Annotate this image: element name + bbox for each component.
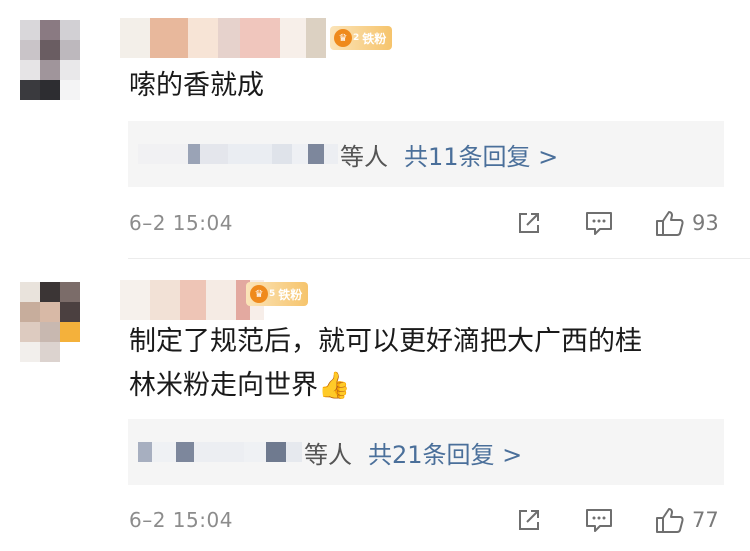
- avatar[interactable]: [20, 20, 80, 100]
- timestamp: 6–2 15:04: [129, 508, 233, 532]
- reply-usernames-blurred: [138, 139, 338, 169]
- thumbs-up-emoji: 👍: [318, 371, 351, 401]
- fan-badge[interactable]: ♛ 2 铁粉: [330, 26, 393, 50]
- comment-item: ♛ 5 铁粉 制定了规范后，就可以更好滴把大广西的桂 林米粉走向世界👍 等人 共…: [0, 262, 750, 551]
- view-replies-link[interactable]: 共11条回复 >: [404, 137, 558, 172]
- comment-item: ♛ 2 铁粉 嗦的香就成 等人 共11条回复 > 6–2 15:04 93: [0, 0, 750, 260]
- action-bar: 77: [514, 505, 719, 535]
- fan-badge[interactable]: ♛ 5 铁粉: [246, 282, 309, 306]
- badge-label: 铁粉: [362, 31, 387, 46]
- comment-text: 嗦的香就成: [129, 70, 264, 101]
- badge-label: 铁粉: [278, 287, 303, 302]
- comment-meta: 6–2 15:04 77: [129, 500, 729, 540]
- comment-text-line-2: 林米粉走向世界👍: [129, 364, 729, 408]
- reply-suffix: 等人: [304, 440, 352, 469]
- comment-icon[interactable]: [584, 506, 614, 534]
- username-blurred[interactable]: [120, 280, 264, 320]
- username-blurred[interactable]: [120, 18, 326, 58]
- comment-icon[interactable]: [584, 209, 614, 237]
- reply-preview[interactable]: 等人 共21条回复 >: [128, 419, 724, 485]
- comment-text: 制定了规范后，就可以更好滴把大广西的桂 林米粉走向世界👍: [129, 320, 729, 408]
- crown-icon: ♛: [250, 285, 268, 303]
- reply-usernames-blurred: [138, 437, 302, 467]
- share-icon[interactable]: [514, 506, 544, 534]
- like-icon[interactable]: [654, 505, 686, 535]
- view-replies-link[interactable]: 共21条回复 >: [368, 435, 522, 470]
- comment-divider: [128, 258, 750, 259]
- reply-preview[interactable]: 等人 共11条回复 >: [128, 121, 724, 187]
- crown-icon: ♛: [334, 29, 352, 47]
- reply-suffix: 等人: [340, 142, 388, 171]
- like-count: 77: [692, 508, 719, 532]
- comment-meta: 6–2 15:04 93: [129, 203, 729, 243]
- like-count: 93: [692, 211, 719, 235]
- share-icon[interactable]: [514, 209, 544, 237]
- action-bar: 93: [514, 208, 719, 238]
- like-icon[interactable]: [654, 208, 686, 238]
- timestamp: 6–2 15:04: [129, 211, 233, 235]
- avatar[interactable]: [20, 282, 80, 362]
- comment-text-line: 制定了规范后，就可以更好滴把大广西的桂: [129, 326, 642, 357]
